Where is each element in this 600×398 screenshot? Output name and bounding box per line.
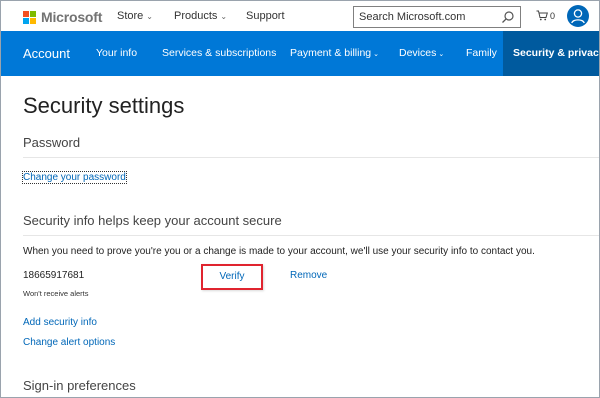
chevron-down-icon: ⌄ [438, 51, 445, 58]
add-security-info-link[interactable]: Add security info [23, 317, 97, 328]
alert-status: Won't receive alerts [23, 289, 89, 298]
signin-preferences-heading: Sign-in preferences [23, 378, 136, 393]
security-info-heading: Security info helps keep your account se… [23, 213, 282, 228]
chevron-down-icon: ⌄ [146, 12, 153, 21]
cart-button[interactable]: 0 [536, 10, 555, 21]
logo-text: Microsoft [41, 9, 103, 25]
page-title: Security settings [23, 93, 185, 118]
person-icon [571, 9, 585, 24]
nav-your-info[interactable]: Your info [96, 31, 137, 76]
nav-services-subscriptions[interactable]: Services & subscriptions [162, 31, 276, 76]
cart-icon [536, 10, 548, 21]
top-header: Microsoft Store⌄ Products⌄ Support 0 [1, 1, 599, 31]
security-phone-number: 18665917681 [23, 270, 85, 281]
nav-devices[interactable]: Devices ⌄ [399, 31, 444, 76]
change-password-link[interactable]: Change your password [22, 171, 127, 184]
search-box [353, 6, 521, 28]
account-nav: Account Your info Services & subscriptio… [1, 31, 599, 76]
nav-your-info-label: Your info [96, 47, 138, 59]
nav-family[interactable]: Family [466, 31, 497, 76]
microsoft-logo-icon [23, 10, 36, 24]
nav-devices-label: Devices [399, 47, 437, 59]
nav-security-label: Security & privacy [513, 47, 600, 59]
divider [23, 235, 599, 236]
topnav-store[interactable]: Store ⌄ [117, 10, 153, 22]
microsoft-logo[interactable]: Microsoft [23, 9, 102, 25]
change-alert-options-link[interactable]: Change alert options [23, 337, 115, 348]
nav-payment-label: Payment & billing [290, 47, 372, 59]
topnav-products[interactable]: Products ⌄ [174, 10, 227, 22]
cart-count: 0 [550, 10, 556, 21]
topnav-products-label: Products [174, 10, 218, 22]
nav-payment-billing[interactable]: Payment & billing ⌄ [290, 31, 379, 76]
chevron-down-icon: ⌄ [373, 51, 379, 58]
topnav-store-label: Store [117, 10, 144, 22]
topnav-support[interactable]: Support [246, 10, 285, 22]
account-home-link[interactable]: Account [23, 31, 70, 76]
security-info-description: When you need to prove you're you or a c… [23, 246, 535, 257]
verify-button[interactable]: Verify [201, 264, 263, 290]
password-heading: Password [23, 135, 81, 150]
nav-family-label: Family [466, 47, 497, 59]
divider [23, 157, 599, 158]
nav-services-label: Services & subscriptions [162, 47, 277, 59]
user-avatar-icon[interactable] [567, 5, 589, 27]
remove-link[interactable]: Remove [290, 270, 327, 281]
browser-page: Microsoft Store⌄ Products⌄ Support 0 [0, 0, 600, 398]
search-input[interactable] [359, 10, 499, 24]
topnav-support-label: Support [246, 10, 285, 22]
search-icon[interactable] [501, 10, 515, 24]
chevron-down-icon: ⌄ [220, 12, 228, 21]
nav-security-privacy[interactable]: Security & privacy [503, 31, 600, 76]
